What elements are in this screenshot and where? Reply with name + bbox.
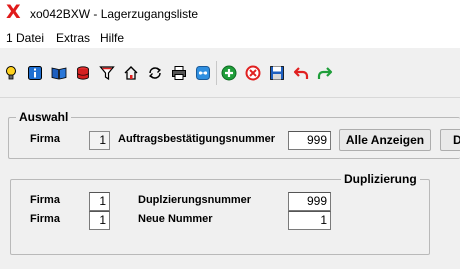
menu-datei[interactable]: 1 Datei: [6, 31, 44, 45]
app-logo-icon: X: [6, 1, 21, 23]
neue-nummer-input[interactable]: 1: [288, 211, 331, 230]
undo-icon[interactable]: [292, 64, 310, 82]
duplizierungsnummer-label: Duplzierungsnummer: [138, 194, 252, 206]
menu-bar: 1 Datei Extras Hilfe: [0, 28, 460, 48]
duplizierungsnummer-input[interactable]: 999: [288, 192, 331, 211]
print-icon[interactable]: [170, 64, 188, 82]
book-icon[interactable]: [50, 64, 68, 82]
record-icon[interactable]: [194, 64, 212, 82]
auftrag-label: Auftragsbestätigungsnummer: [118, 133, 276, 145]
home-icon[interactable]: [122, 64, 140, 82]
toolbar-separator: [216, 61, 217, 85]
dup-firma-label-1: Firma: [30, 194, 60, 206]
lightbulb-icon[interactable]: [2, 64, 20, 82]
alle-anzeigen-button[interactable]: Alle Anzeigen: [339, 129, 431, 151]
refresh-icon[interactable]: [146, 64, 164, 82]
filter-icon[interactable]: [98, 64, 116, 82]
auswahl-legend: Auswahl: [16, 110, 72, 124]
info-icon[interactable]: [26, 64, 44, 82]
dup-firma-input-1[interactable]: 1: [89, 192, 110, 211]
save-icon[interactable]: [268, 64, 286, 82]
auswahl-firma-field: 1: [89, 131, 110, 150]
duplizierung-legend: Duplizierung: [341, 172, 420, 186]
dup-firma-label-2: Firma: [30, 213, 60, 225]
redo-icon[interactable]: [316, 64, 334, 82]
menu-extras[interactable]: Extras: [56, 31, 90, 45]
title-bar: X xo042BXW - Lagerzugangsliste: [0, 0, 460, 28]
cut-off-button[interactable]: D: [440, 129, 460, 151]
database-icon[interactable]: [74, 64, 92, 82]
dup-firma-input-2[interactable]: 1: [89, 211, 110, 230]
window-title: xo042BXW - Lagerzugangsliste: [30, 7, 199, 21]
auswahl-firma-label: Firma: [30, 133, 60, 145]
neue-nummer-label: Neue Nummer: [138, 213, 213, 225]
delete-icon[interactable]: [244, 64, 262, 82]
menu-hilfe[interactable]: Hilfe: [100, 31, 124, 45]
auftrag-number-input[interactable]: 999: [288, 131, 331, 150]
add-icon[interactable]: [220, 64, 238, 82]
duplizierung-group: [10, 179, 430, 255]
toolbar: [0, 48, 460, 98]
